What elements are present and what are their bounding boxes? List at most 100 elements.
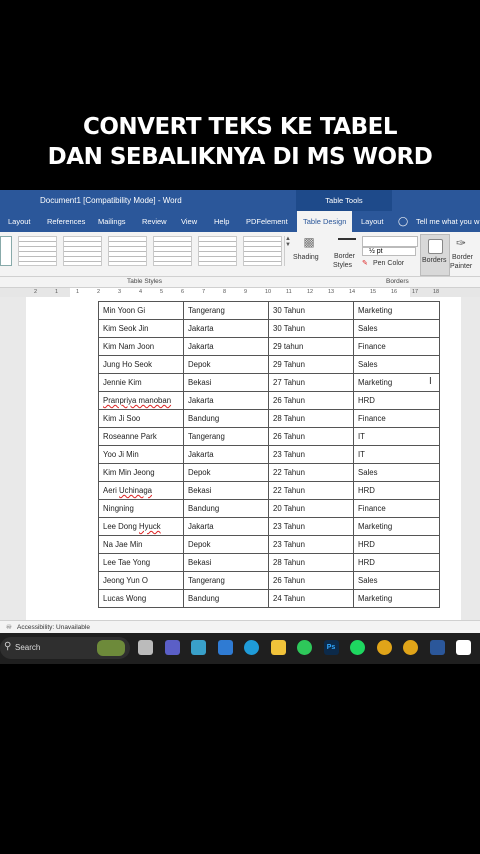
name-cell[interactable]: Kim Seok Jin bbox=[98, 319, 184, 338]
department-cell[interactable]: Finance bbox=[353, 499, 440, 518]
whatsapp-icon[interactable] bbox=[297, 640, 312, 655]
border-painter-label-1[interactable]: Border bbox=[452, 254, 473, 261]
capcut-icon[interactable] bbox=[456, 640, 471, 655]
age-cell[interactable]: 26 Tahun bbox=[268, 571, 354, 590]
department-cell[interactable]: Finance bbox=[353, 337, 440, 356]
city-cell[interactable]: Bandung bbox=[183, 499, 269, 518]
city-cell[interactable]: Jakarta bbox=[183, 391, 269, 410]
city-cell[interactable]: Bandung bbox=[183, 589, 269, 608]
border-painter-label-2[interactable]: Painter bbox=[450, 263, 472, 270]
city-cell[interactable]: Jakarta bbox=[183, 337, 269, 356]
city-cell[interactable]: Tangerang bbox=[183, 301, 269, 320]
city-cell[interactable]: Jakarta bbox=[183, 319, 269, 338]
department-cell[interactable]: Marketing bbox=[353, 589, 440, 608]
age-cell[interactable]: 28 Tahun bbox=[268, 409, 354, 428]
city-cell[interactable]: Bekasi bbox=[183, 553, 269, 572]
age-cell[interactable]: 23 Tahun bbox=[268, 445, 354, 464]
age-cell[interactable]: 23 Tahun bbox=[268, 517, 354, 536]
tab-table-design[interactable]: Table Design bbox=[297, 211, 353, 232]
age-cell[interactable]: 28 Tahun bbox=[268, 553, 354, 572]
accessibility-status[interactable]: Accessibility: Unavailable bbox=[17, 624, 90, 631]
tab-help[interactable]: Help bbox=[214, 217, 229, 226]
name-cell[interactable]: Ningning bbox=[98, 499, 184, 518]
age-cell[interactable]: 29 Tahun bbox=[268, 355, 354, 374]
name-cell[interactable]: Lee Tae Yong bbox=[98, 553, 184, 572]
department-cell[interactable]: Sales bbox=[353, 463, 440, 482]
tab-view[interactable]: View bbox=[181, 217, 197, 226]
name-cell[interactable]: Yoo Ji Min bbox=[98, 445, 184, 464]
department-cell[interactable]: HRD bbox=[353, 391, 440, 410]
name-cell[interactable]: Kim Nam Joon bbox=[98, 337, 184, 356]
document-page[interactable]: Min Yoon Gi Tangerang 30 Tahun Marketing Kim… bbox=[26, 297, 461, 620]
photoshop-icon[interactable]: Ps bbox=[323, 640, 339, 655]
city-cell[interactable]: Tangerang bbox=[183, 427, 269, 446]
age-cell[interactable]: 23 Tahun bbox=[268, 535, 354, 554]
department-cell[interactable]: Sales bbox=[353, 355, 440, 374]
tab-pdfelement[interactable]: PDFelement bbox=[246, 217, 288, 226]
age-cell[interactable]: 27 Tahun bbox=[268, 373, 354, 392]
name-cell[interactable]: Jennie Kim bbox=[98, 373, 184, 392]
city-cell[interactable]: Depok bbox=[183, 463, 269, 482]
table-style-4[interactable] bbox=[153, 236, 192, 266]
table-style-2[interactable] bbox=[63, 236, 102, 266]
tab-mailings[interactable]: Mailings bbox=[98, 217, 126, 226]
chrome-icon[interactable] bbox=[376, 640, 392, 655]
l-app-icon[interactable] bbox=[191, 640, 206, 655]
accessibility-icon[interactable]: ♾ bbox=[6, 623, 12, 631]
table-style-1[interactable] bbox=[18, 236, 57, 266]
word-icon[interactable] bbox=[429, 640, 445, 655]
age-cell[interactable]: 30 Tahun bbox=[268, 301, 354, 320]
tab-layout[interactable]: Layout bbox=[8, 217, 31, 226]
department-cell[interactable]: HRD bbox=[353, 481, 440, 500]
data-table[interactable]: Min Yoon Gi Tangerang 30 Tahun Marketing Kim… bbox=[98, 301, 440, 608]
table-style-5[interactable] bbox=[198, 236, 237, 266]
department-cell[interactable]: HRD bbox=[353, 553, 440, 572]
department-cell[interactable]: Marketing bbox=[353, 301, 440, 320]
tab-table-layout[interactable]: Layout bbox=[361, 217, 384, 226]
department-cell[interactable]: IT bbox=[353, 445, 440, 464]
shading-button[interactable]: Shading bbox=[293, 254, 319, 261]
department-cell[interactable]: Finance bbox=[353, 409, 440, 428]
teams-icon[interactable] bbox=[164, 640, 180, 655]
name-cell[interactable]: Roseanne Park bbox=[98, 427, 184, 446]
city-cell[interactable]: Bekasi bbox=[183, 481, 269, 500]
department-cell[interactable]: HRD bbox=[353, 535, 440, 554]
border-styles-label-2[interactable]: Styles bbox=[333, 262, 352, 269]
age-cell[interactable]: 26 Tahun bbox=[268, 427, 354, 446]
age-cell[interactable]: 20 Tahun bbox=[268, 499, 354, 518]
taskbar-search[interactable]: ⚲ Search bbox=[0, 637, 130, 659]
name-cell[interactable]: Aeri Uchinaga bbox=[98, 481, 184, 500]
department-cell[interactable]: Marketing bbox=[353, 517, 440, 536]
age-cell[interactable]: 26 Tahun bbox=[268, 391, 354, 410]
department-cell[interactable]: Sales bbox=[353, 571, 440, 590]
tab-references[interactable]: References bbox=[47, 217, 85, 226]
header-row-checkbox[interactable] bbox=[0, 236, 12, 266]
styles-scroll[interactable]: ▲ ▼ bbox=[284, 236, 292, 266]
city-cell[interactable]: Bandung bbox=[183, 409, 269, 428]
name-cell[interactable]: Na Jae Min bbox=[98, 535, 184, 554]
age-cell[interactable]: 24 Tahun bbox=[268, 589, 354, 608]
border-styles-label-1[interactable]: Border bbox=[334, 253, 355, 260]
city-cell[interactable]: Jakarta bbox=[183, 445, 269, 464]
table-style-3[interactable] bbox=[108, 236, 147, 266]
name-cell[interactable]: Min Yoon Gi bbox=[98, 301, 184, 320]
name-cell[interactable]: Jung Ho Seok bbox=[98, 355, 184, 374]
borders-button[interactable]: Borders bbox=[420, 234, 450, 276]
name-cell[interactable]: Lucas Wong bbox=[98, 589, 184, 608]
name-cell[interactable]: Jeong Yun O bbox=[98, 571, 184, 590]
edge-icon[interactable] bbox=[244, 640, 259, 655]
mail-icon[interactable] bbox=[217, 640, 233, 655]
department-cell[interactable]: Sales bbox=[353, 319, 440, 338]
age-cell[interactable]: 29 tahun bbox=[268, 337, 354, 356]
city-cell[interactable]: Depok bbox=[183, 535, 269, 554]
tell-me-search[interactable]: Tell me what you w bbox=[416, 217, 479, 226]
name-cell[interactable]: Kim Ji Soo bbox=[98, 409, 184, 428]
age-cell[interactable]: 30 Tahun bbox=[268, 319, 354, 338]
city-cell[interactable]: Jakarta bbox=[183, 517, 269, 536]
name-cell[interactable]: Kim Min Jeong bbox=[98, 463, 184, 482]
pen-color-button[interactable]: Pen Color bbox=[373, 260, 404, 267]
line-style-select[interactable] bbox=[362, 236, 418, 247]
name-cell[interactable]: Lee Dong Hyuck bbox=[98, 517, 184, 536]
task-view-icon[interactable] bbox=[138, 640, 153, 655]
department-cell[interactable]: IT bbox=[353, 427, 440, 446]
